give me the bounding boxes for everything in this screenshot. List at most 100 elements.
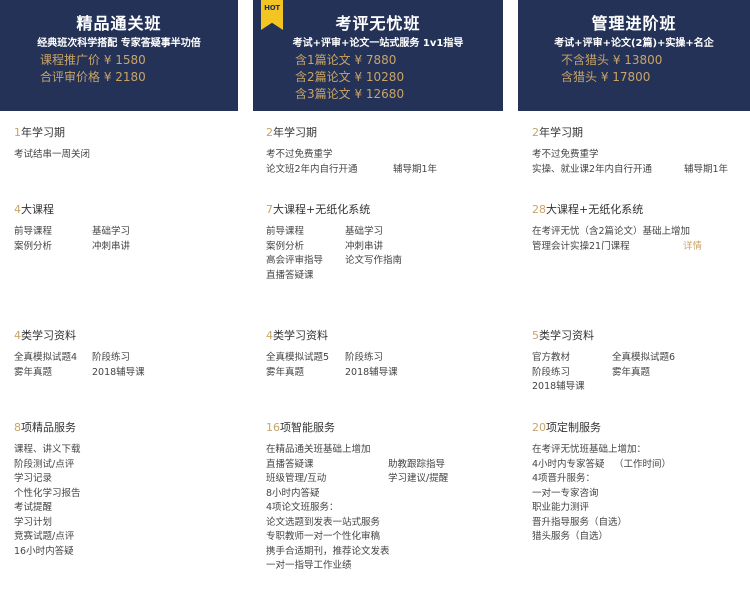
item-row: 专职教师一对一个性化审稿 <box>266 530 503 545</box>
section-label: 年学习期 <box>273 126 317 139</box>
feature-item: 考试结串一周关闭 <box>14 149 91 160</box>
price-line: 含猎头 ¥ 17800 <box>561 70 651 84</box>
plan-subtitle: 考试+评审+论文一站式服务 1v1指导 <box>292 38 464 49</box>
item-row: 前导课程 基础学习 <box>14 225 238 240</box>
item-row: 一对一专家咨询 <box>532 487 750 502</box>
feature-item: 阶段练习 <box>92 352 131 363</box>
feature-item: 在考评无忧班基础上增加： <box>532 444 647 455</box>
section-count: 1 <box>14 126 21 139</box>
section-label: 大课程 <box>21 203 54 216</box>
section-items: 在考评无忧班基础上增加： 4小时内专家答疑 （工作时间） 4项晋升服务： 一对一专家咨询… <box>532 443 750 545</box>
section-count: 8 <box>14 421 21 434</box>
feature-item: 4项晋升服务： <box>532 473 596 484</box>
section-items: 课程、讲义下载 阶段测试/点评 学习记录 个性化学习报告 考试提醒 学习计划 竞赛试题/点评… <box>14 443 238 559</box>
item-row: 一对一指导工作业绩 <box>266 559 503 574</box>
feature-item: 猎头服务（自选） <box>532 531 609 542</box>
item-row: 雾年真题 2018辅导课 <box>266 366 503 381</box>
feature-section: 2年学习期考不过免费重学 论文班2年内自行开通 辅导期1年 <box>266 124 503 177</box>
section-count: 4 <box>14 203 21 216</box>
item-row: 雾年真题 2018辅导课 <box>14 366 238 381</box>
plan-header: 精品通关班 经典班次科学搭配 专家答疑事半功倍 课程推广价 ¥ 1580 合评审价格 … <box>0 0 238 111</box>
item-row: 全真模拟试题5 阶段练习 <box>266 351 503 366</box>
item-row: 学习记录 <box>14 472 238 487</box>
feature-item: 携手合适期刊，推荐论文发表 <box>266 545 390 557</box>
section-label: 项智能服务 <box>280 421 335 434</box>
feature-item: 2018辅导课 <box>345 366 398 378</box>
section-label: 大课程+无纸化系统 <box>546 203 644 216</box>
item-row: 直播答疑课 <box>266 269 503 284</box>
item-row: 16小时内答疑 <box>14 545 238 560</box>
details-link[interactable]: 详情 <box>683 240 702 255</box>
feature-item: 学习计划 <box>14 516 53 528</box>
item-row: 携手合适期刊，推荐论文发表 <box>266 545 503 560</box>
feature-item: 阶段练习 <box>345 352 384 363</box>
feature-item: 一对一指导工作业绩 <box>266 560 352 571</box>
section-count: 5 <box>532 329 539 342</box>
feature-item: 在考评无忧（含2篇论文）基础上增加 <box>532 226 691 237</box>
plan-subtitle: 经典班次科学搭配 专家答疑事半功倍 <box>37 38 201 49</box>
feature-item: 阶段练习 <box>532 366 571 378</box>
feature-section: 8项精品服务 课程、讲义下载 阶段测试/点评 学习记录 个性化学习报告 考试提醒 学习计划竞… <box>14 419 238 559</box>
section-count: 16 <box>266 421 280 434</box>
section-items: 在精品通关班基础上增加 直播答疑课 助教跟踪指导 班级管理/互动 学习建议/提醒 8小时内… <box>266 443 503 574</box>
section-label: 类学习资料 <box>21 329 76 342</box>
section-items: 全真模拟试题4 阶段练习 雾年真题 2018辅导课 <box>14 351 238 380</box>
feature-item: 冲刺串讲 <box>345 240 384 252</box>
section-title: 1年学习期 <box>14 124 238 140</box>
feature-item: 职业能力测评 <box>532 502 590 513</box>
feature-item: 考试提醒 <box>14 502 53 513</box>
feature-section: 4大课程前导课程 基础学习 案例分析 冲刺串讲 <box>14 201 238 254</box>
feature-item: 案例分析 <box>14 240 53 252</box>
section-label: 类学习资料 <box>539 329 594 342</box>
item-row: 案例分析 冲刺串讲 <box>266 240 503 255</box>
plan-name: 考评无忧班 <box>335 14 421 33</box>
section-items: 考试结串一周关闭 <box>14 148 238 163</box>
feature-section: 16项智能服务 在精品通关班基础上增加 直播答疑课 助教跟踪指导 班级管理/互动 学习建议… <box>266 419 503 574</box>
feature-item: 雾年真题 <box>612 366 651 378</box>
item-row: 官方教材 全真模拟试题6 <box>532 351 750 366</box>
item-row: 考不过免费重学 <box>266 148 503 163</box>
item-row: 高会评审指导 论文写作指南 <box>266 254 503 269</box>
feature-item: 辅导期1年 <box>393 163 438 175</box>
feature-item: 直播答疑课 <box>266 458 314 470</box>
section-title: 2年学习期 <box>266 124 503 140</box>
price-line: 含2篇论文 ¥ 10280 <box>295 70 405 84</box>
feature-item: 管理会计实操21门课程 <box>532 240 630 252</box>
item-row: 论文班2年内自行开通 辅导期1年 <box>266 163 503 178</box>
section-label: 大课程+无纸化系统 <box>273 203 371 216</box>
price-line: 含3篇论文 ¥ 12680 <box>295 87 405 101</box>
feature-item: 8小时内答疑 <box>266 487 320 499</box>
section-items: 前导课程 基础学习 案例分析 冲刺串讲 <box>14 225 238 254</box>
plan-prices: 含1篇论文 ¥ 7880 含2篇论文 ¥ 10280 含3篇论文 ¥ 12680 <box>295 52 404 103</box>
feature-item: 直播答疑课 <box>266 269 314 281</box>
feature-item: 课程、讲义下载 <box>14 444 81 455</box>
price-line: 含1篇论文 ¥ 7880 <box>295 53 397 67</box>
section-count: 4 <box>14 329 21 342</box>
feature-item: 4项论文班服务： <box>266 502 339 513</box>
item-row: 实操、就业课2年内自行开通 辅导期1年 <box>532 163 750 178</box>
feature-section: 28大课程+无纸化系统在考评无忧（含2篇论文）基础上增加 管理会计实操21门课程 详… <box>532 201 750 254</box>
feature-item: 辅导期1年 <box>684 163 729 175</box>
feature-section: 5类学习资料 官方教材 全真模拟试题6 阶段练习 雾年真题 2018辅导课 <box>532 327 750 395</box>
section-items: 在考评无忧（含2篇论文）基础上增加 管理会计实操21门课程 详情 <box>532 225 750 254</box>
section-count: 28 <box>532 203 546 216</box>
item-row: 班级管理/互动 学习建议/提醒 <box>266 472 503 487</box>
feature-item: 专职教师一对一个性化审稿 <box>266 531 381 542</box>
item-row: 考不过免费重学 <box>532 148 750 163</box>
section-title: 16项智能服务 <box>266 419 503 435</box>
item-row: 个性化学习报告 <box>14 487 238 502</box>
item-row: 案例分析 冲刺串讲 <box>14 240 238 255</box>
section-label: 项定制服务 <box>546 421 601 434</box>
feature-item: 2018辅导课 <box>532 381 585 392</box>
feature-item: 班级管理/互动 <box>266 473 327 484</box>
section-title: 5类学习资料 <box>532 327 750 343</box>
item-row: 考试结串一周关闭 <box>14 148 238 163</box>
feature-item: （工作时间） <box>614 458 672 470</box>
item-row: 8小时内答疑 <box>266 487 503 502</box>
plan-column-2: 考评无忧班考试+评审+论文一站式服务 1v1指导 含1篇论文 ¥ 7880 含2篇论… <box>253 0 503 590</box>
feature-section: 7大课程+无纸化系统 前导课程 基础学习 案例分析 冲刺串讲 高会评审指导 论文写作指南 直播… <box>266 201 503 283</box>
feature-item: 学习建议/提醒 <box>388 473 449 484</box>
feature-item: 助教跟踪指导 <box>388 458 446 470</box>
plan-name: 精品通关班 <box>76 14 162 33</box>
item-row: 阶段测试/点评 <box>14 458 238 473</box>
